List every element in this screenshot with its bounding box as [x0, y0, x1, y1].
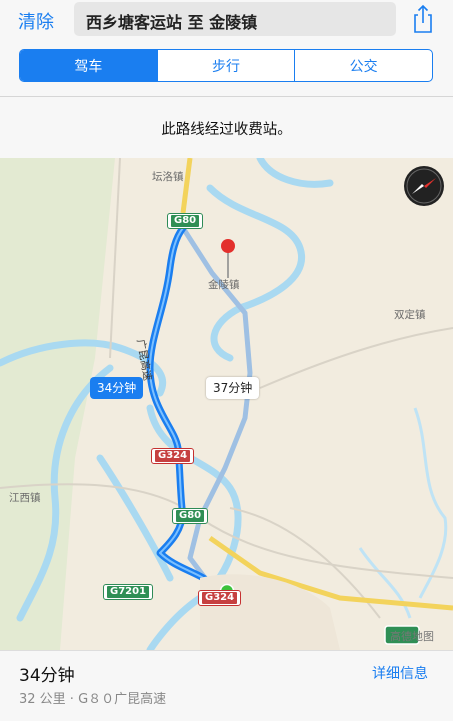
- toll-notice: 此路线经过收费站。: [161, 122, 292, 138]
- yellow-road: [180, 158, 193, 214]
- divider: [0, 96, 453, 97]
- share-icon[interactable]: [410, 4, 436, 34]
- tab-walking[interactable]: 步行: [158, 50, 296, 81]
- route-field[interactable]: 西乡塘客运站 至 金陵镇: [74, 2, 396, 36]
- highway-shield-g80: G80: [172, 508, 209, 524]
- route-duration: 34分钟: [19, 666, 75, 686]
- highway-shield-g324: G324: [198, 590, 242, 606]
- route-time-callout[interactable]: 34分钟: [90, 377, 144, 399]
- map-label-shuangding: 双定镇: [394, 309, 426, 321]
- map-label-tanluo: 坛洛镇: [152, 171, 184, 183]
- map-label-jinling: 金陵镇: [208, 279, 240, 291]
- highway-shield-g7201: G7201: [103, 584, 154, 600]
- route-map[interactable]: 坛洛镇 金陵镇 双定镇 江西镇 广昆高速 G80 G324 G80 G7201 …: [0, 158, 453, 650]
- highway-shield-g324: G324: [151, 448, 195, 464]
- navigation-bar: 清除 西乡塘客运站 至 金陵镇: [0, 0, 453, 40]
- map-label-jiangxi: 江西镇: [9, 492, 41, 504]
- tab-driving[interactable]: 驾车: [20, 50, 158, 81]
- small-river: [358, 407, 448, 619]
- alternate-route-time-callout[interactable]: 37分钟: [206, 377, 260, 399]
- map-watermark: 高德地图: [390, 630, 434, 643]
- compass-icon[interactable]: [404, 166, 444, 206]
- transport-mode-selector: 驾车 步行 公交: [19, 49, 433, 82]
- map-canvas: [0, 158, 453, 650]
- tab-transit[interactable]: 公交: [295, 50, 432, 81]
- route-distance-and-road: 32 公里 · G８０广昆高速: [19, 692, 167, 707]
- highway-shield-g80: G80: [167, 213, 204, 229]
- urban-area: [200, 574, 340, 650]
- route-summary-panel[interactable]: 34分钟 32 公里 · G８０广昆高速 详细信息: [0, 650, 453, 721]
- route-title: 西乡塘客运站 至 金陵镇: [86, 13, 258, 32]
- green-area: [0, 158, 115, 650]
- details-link[interactable]: 详细信息: [372, 663, 428, 683]
- clear-button[interactable]: 清除: [18, 8, 54, 34]
- destination-pin-icon[interactable]: [221, 239, 235, 253]
